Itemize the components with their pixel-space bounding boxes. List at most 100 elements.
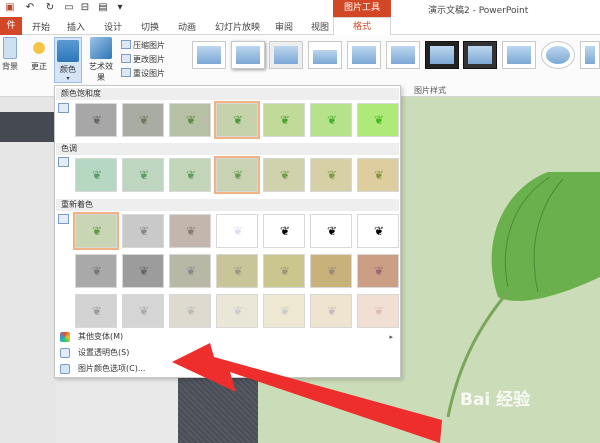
tab-design[interactable]: 设计 [104,20,122,33]
recolor-swatch[interactable]: ❦ [216,214,258,248]
more-variations-menu-item[interactable]: 其他变体(M) ▸ [56,330,399,344]
leaf-preview-icon: ❦ [374,113,385,127]
leaf-preview-icon: ❦ [233,304,244,318]
style-preview [585,46,595,64]
picture-style-11[interactable] [580,41,600,69]
recolor-swatch[interactable]: ❦ [75,294,117,328]
customize-icon[interactable]: ▾ [114,2,126,14]
picture-style-5[interactable] [347,41,381,69]
tab-review[interactable]: 审阅 [275,20,293,33]
saturation-swatch[interactable]: ❦ [357,103,399,137]
picture-color-options-menu-item[interactable]: 图片颜色选项(C)... [56,362,399,376]
recolor-swatch[interactable]: ❦ [263,214,305,248]
recolor-swatch[interactable]: ❦ [310,254,352,288]
recolor-swatch[interactable]: ❦ [357,254,399,288]
recolor-swatch[interactable]: ❦ [357,214,399,248]
corrections-button[interactable]: 更正 [26,37,52,72]
set-transparent-color-menu-item[interactable]: 设置透明色(S) [56,346,399,360]
saturation-swatch[interactable]: ❦ [122,103,164,137]
color-button[interactable]: 颜色 ▾ [54,37,82,83]
corrections-label: 更正 [31,62,47,71]
picture-style-7[interactable] [425,41,459,69]
picture-style-8[interactable] [463,41,497,69]
tone-swatch[interactable]: ❦ [263,158,305,192]
picture-style-6[interactable] [386,41,420,69]
change-picture-button[interactable]: 更改图片 [121,53,165,66]
recolor-swatch[interactable]: ❦ [73,212,119,250]
picture-style-3[interactable] [269,41,303,69]
saturation-swatch[interactable]: ❦ [263,103,305,137]
recolor-swatch[interactable]: ❦ [310,214,352,248]
slide-thumbnail-pane [0,97,56,443]
tone-swatch[interactable]: ❦ [310,158,352,192]
recolor-swatch[interactable]: ❦ [169,254,211,288]
recolor-swatch[interactable]: ❦ [216,294,258,328]
tab-view[interactable]: 视图 [311,20,329,33]
recolor-swatch[interactable]: ❦ [75,254,117,288]
tone-swatch[interactable]: ❦ [169,158,211,192]
sun-icon [28,37,50,59]
set-transparent-icon [60,348,70,358]
recolor-swatch[interactable]: ❦ [357,294,399,328]
saturation-swatch[interactable]: ❦ [169,103,211,137]
reset-picture-icon [121,68,131,77]
remove-background-button[interactable]: 背景 [0,37,20,72]
slide-thumbnail[interactable] [0,112,56,142]
leaf-preview-icon: ❦ [374,264,385,278]
artistic-effects-button[interactable]: 艺术效果 [86,37,116,83]
tab-transitions[interactable]: 切换 [141,20,159,33]
saturation-swatch[interactable]: ❦ [75,103,117,137]
open-icon[interactable]: ▤ [97,2,109,14]
color-label: 颜色 [60,65,76,74]
saturation-swatch[interactable]: ❦ [214,101,260,139]
tone-swatch[interactable]: ❦ [122,158,164,192]
picture-tools-title: 图片工具 [333,0,391,17]
tone-swatch[interactable]: ❦ [357,158,399,192]
save-icon[interactable]: ▣ [4,2,16,14]
redo-icon[interactable]: ↻ [44,2,56,14]
remove-background-icon [3,37,17,59]
recolor-swatch[interactable]: ❦ [263,254,305,288]
recolor-swatch[interactable]: ❦ [310,294,352,328]
undo-icon[interactable]: ↶ [24,2,36,14]
leaf-preview-icon: ❦ [139,224,150,238]
recolor-swatch[interactable]: ❦ [216,254,258,288]
picture-style-1[interactable] [192,41,226,69]
recolor-swatch[interactable]: ❦ [122,294,164,328]
recolor-swatch[interactable]: ❦ [263,294,305,328]
recolor-swatch[interactable]: ❦ [122,254,164,288]
change-picture-label: 更改图片 [133,55,165,64]
recolor-icon [58,214,69,224]
tab-animations[interactable]: 动画 [178,20,196,33]
color-dropdown-menu: 颜色饱和度 色调 重新着色 其他变体(M) ▸ 设置透明色(S) 图片颜色选项(… [54,85,401,378]
picture-style-9[interactable] [502,41,536,69]
picture-style-4[interactable] [308,41,342,69]
leaf-preview-icon: ❦ [280,264,291,278]
style-preview [352,46,376,64]
style-preview [197,46,221,64]
compress-pictures-button[interactable]: 压缩图片 [121,39,165,52]
tone-swatch[interactable]: ❦ [214,156,260,194]
tab-home[interactable]: 开始 [32,20,50,33]
start-icon[interactable]: ▭ [63,2,75,14]
tab-insert[interactable]: 插入 [67,20,85,33]
tab-format[interactable]: 格式 [333,17,391,35]
tone-icon [58,157,69,167]
saturation-swatch[interactable]: ❦ [310,103,352,137]
recolor-swatch[interactable]: ❦ [169,294,211,328]
leaf-preview-icon: ❦ [327,113,338,127]
tab-file[interactable]: 件 [0,17,22,35]
picture-style-10[interactable] [541,41,575,69]
screen-icon[interactable]: ⊟ [79,2,91,14]
leaf-preview-icon: ❦ [280,224,291,238]
reset-picture-button[interactable]: 重设图片 [121,67,165,80]
tab-slideshow[interactable]: 幻灯片放映 [215,20,260,33]
leaf-preview-icon: ❦ [139,264,150,278]
recolor-swatch[interactable]: ❦ [169,214,211,248]
leaf-preview-icon: ❦ [327,304,338,318]
recolor-swatch[interactable]: ❦ [122,214,164,248]
picture-style-2[interactable] [231,41,265,69]
tone-swatch[interactable]: ❦ [75,158,117,192]
chevron-down-icon: ▾ [66,75,70,82]
style-preview [391,46,415,64]
